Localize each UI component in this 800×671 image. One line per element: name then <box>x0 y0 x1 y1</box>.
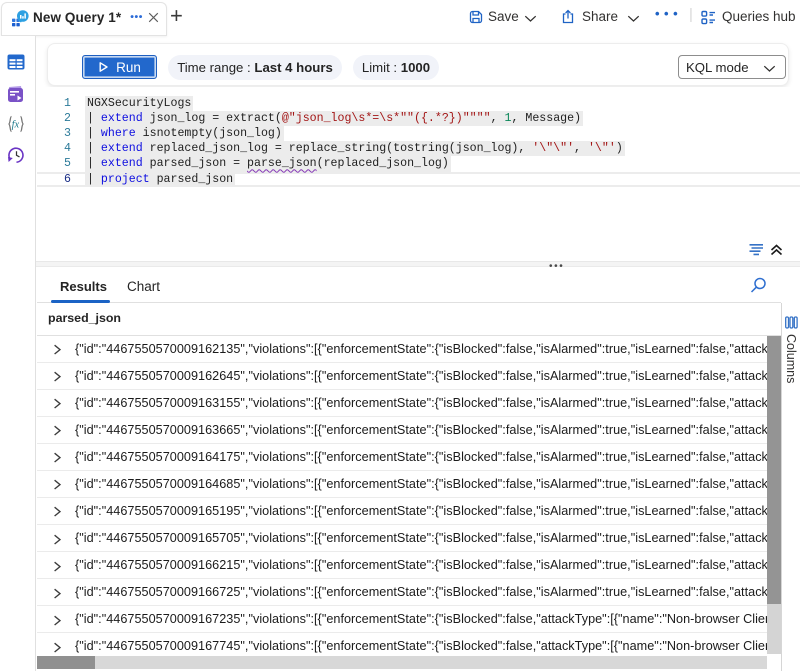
svg-text:fx: fx <box>12 120 20 131</box>
